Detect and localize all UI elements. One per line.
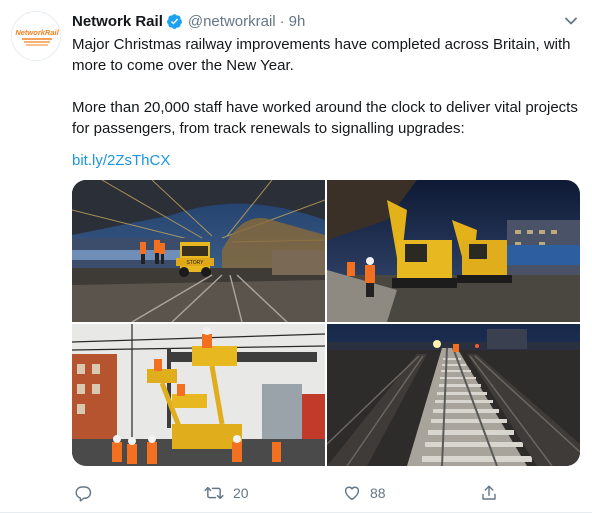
- verified-badge-icon: [166, 13, 183, 30]
- heart-icon: [344, 486, 360, 501]
- separator-dot: ·: [279, 12, 285, 30]
- excavators-platform-photo[interactable]: [327, 180, 580, 322]
- retweet-icon: [204, 486, 224, 500]
- retweet-button[interactable]: 20: [204, 482, 249, 504]
- overhead-line-workers-photo[interactable]: [72, 324, 325, 466]
- tweet-text: Major Christmas railway improvements hav…: [72, 34, 580, 139]
- new-track-night-photo[interactable]: [327, 324, 580, 466]
- tweet-actions: 20 88: [72, 482, 512, 504]
- share-button[interactable]: [480, 482, 498, 504]
- retweet-count: 20: [233, 485, 249, 501]
- reply-icon: [75, 486, 92, 502]
- svg-text:STORY: STORY: [186, 260, 204, 266]
- media-grid: STORY: [72, 180, 580, 466]
- station-track-renewal-photo[interactable]: STORY: [72, 180, 325, 322]
- tweet-header: Network Rail @networkrail · 9h: [72, 11, 305, 31]
- tweet[interactable]: NetworkRail Network Rail @networkrail · …: [0, 0, 592, 513]
- tweet-paragraph: More than 20,000 staff have worked aroun…: [72, 99, 578, 137]
- chevron-down-icon[interactable]: [562, 12, 580, 30]
- avatar[interactable]: NetworkRail: [11, 11, 61, 61]
- like-button[interactable]: 88: [343, 482, 386, 504]
- reply-button[interactable]: [74, 482, 101, 504]
- handle[interactable]: @networkrail: [188, 13, 276, 30]
- timestamp[interactable]: 9h: [289, 13, 306, 30]
- svg-text:NetworkRail: NetworkRail: [15, 28, 59, 37]
- network-rail-logo: NetworkRail: [15, 28, 60, 46]
- display-name[interactable]: Network Rail: [72, 13, 163, 30]
- tweet-link[interactable]: bit.ly/2ZsThCX: [72, 150, 170, 171]
- like-count: 88: [370, 485, 386, 501]
- share-icon: [482, 485, 496, 500]
- tweet-paragraph: Major Christmas railway improvements hav…: [72, 36, 571, 74]
